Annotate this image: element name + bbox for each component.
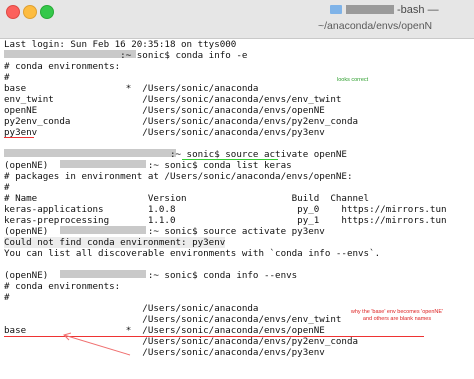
window-title-text: -bash — (397, 4, 439, 16)
window-titlebar: -bash — ~/anaconda/envs/openN (0, 0, 474, 39)
zoom-window-button[interactable] (40, 5, 54, 19)
window-path: ~/anaconda/envs/openN (318, 20, 433, 32)
minimize-window-button[interactable] (23, 5, 37, 19)
annotation-arrow (63, 332, 131, 356)
redacted-username (346, 5, 394, 14)
window-title: -bash — (330, 4, 439, 16)
folder-icon (330, 5, 342, 14)
terminal-output[interactable]: Last login: Sun Feb 16 20:35:18 on ttys0… (0, 39, 474, 379)
close-window-button[interactable] (6, 5, 20, 19)
